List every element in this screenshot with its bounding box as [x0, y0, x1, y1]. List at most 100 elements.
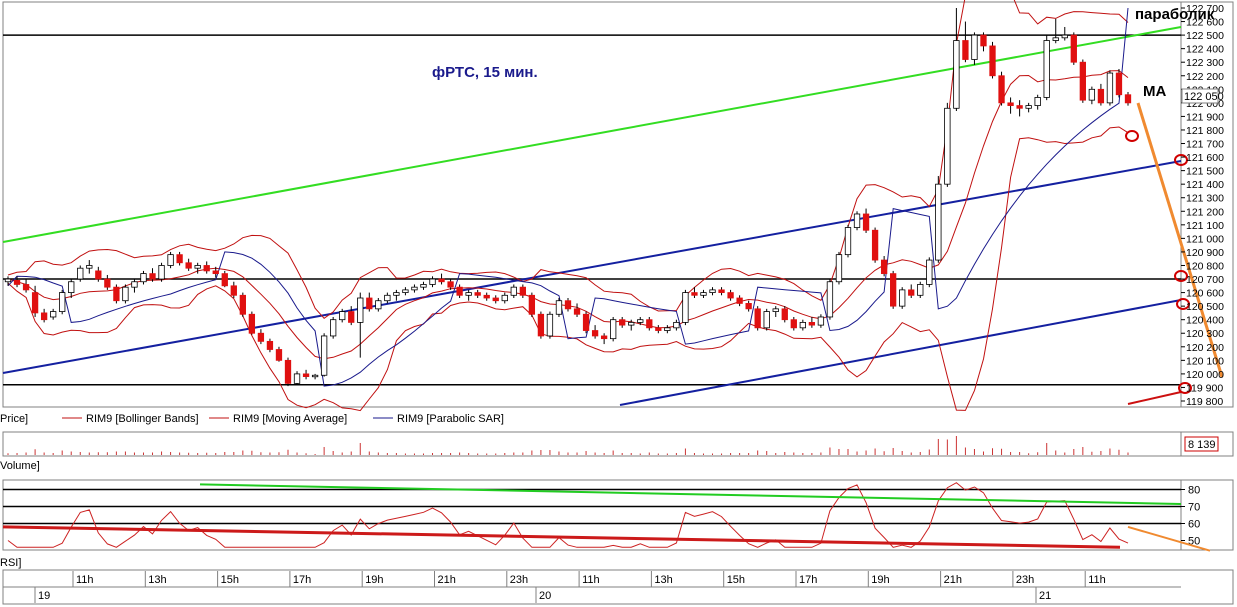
candle-body [655, 327, 662, 331]
circle-marker [1125, 130, 1139, 142]
candle-body [619, 319, 626, 326]
time-tick-label: 13h [654, 574, 672, 586]
candle-body [1079, 61, 1086, 101]
candle-body [917, 284, 924, 296]
price-tick-label: 121 400 [1186, 179, 1224, 191]
rsi-plot-area: 50607080 [2, 482, 1211, 552]
candle-body [68, 281, 75, 293]
volume-value-label: 8 139 [1188, 439, 1216, 451]
legend-ma: RIM9 [Moving Average] [233, 413, 347, 425]
candle-body [13, 279, 21, 285]
candle-body [989, 45, 996, 77]
annotation-ma: MA [1143, 83, 1166, 100]
candle-body [745, 303, 752, 310]
time-tick-label: 17h [293, 574, 311, 586]
candle-body [871, 229, 879, 261]
candle-body [366, 297, 373, 310]
parabolic-sar-line [7, 7, 1129, 387]
time-tick-label: 11h [1088, 574, 1106, 586]
candle-body [628, 321, 635, 326]
candle-body [998, 75, 1005, 104]
candle-body [519, 286, 526, 296]
candle-body [555, 300, 563, 315]
price-tick-label: 120 600 [1186, 288, 1224, 300]
red-lower-arrow [1127, 391, 1182, 405]
candle-body [221, 273, 228, 287]
candle-body [239, 294, 246, 315]
candle-body [40, 312, 48, 321]
trading-chart: 119 800119 900120 000120 100120 200120 3… [0, 0, 1234, 605]
candle-body [1097, 88, 1105, 104]
lower-channel-line [619, 299, 1182, 406]
candle-body [808, 321, 816, 326]
rsi-red-trend [2, 525, 1121, 549]
candle-body [890, 273, 897, 307]
legend-sar: RIM9 [Parabolic SAR] [397, 413, 504, 425]
candle-body [320, 335, 328, 376]
candle-body [727, 292, 734, 299]
candle-body [953, 40, 960, 109]
candle-body [420, 284, 427, 288]
price-axis: 119 800119 900120 000120 100120 200120 3… [1181, 3, 1224, 408]
date-tick-label: 19 [38, 590, 50, 602]
rsi-label: RSI] [0, 557, 21, 569]
candle-body [1070, 34, 1077, 63]
candle-body [853, 213, 861, 228]
volume-panel-frame [2, 431, 1234, 457]
price-tick-label: 121 500 [1186, 166, 1224, 178]
time-tick-label: 19h [365, 574, 383, 586]
candle-body [926, 259, 933, 285]
candle-body [275, 349, 283, 361]
candle-body [293, 373, 301, 384]
candle-body [709, 289, 716, 293]
candle-body [59, 292, 66, 312]
candle-body [194, 265, 201, 269]
candle-body [664, 327, 671, 331]
time-tick-label: 21h [944, 574, 962, 586]
candle-body [1007, 102, 1014, 106]
candle-body [357, 297, 364, 323]
volume-label: Volume] [0, 460, 40, 472]
candle-body [50, 311, 57, 318]
candle-body [754, 308, 761, 329]
price-plot-area [2, 0, 1224, 412]
price-tick-label: 121 300 [1186, 193, 1224, 205]
candle-body [1106, 72, 1114, 104]
candle-body [600, 335, 608, 340]
candle-body [230, 285, 237, 296]
candle-body [393, 292, 400, 296]
upper-channel-line [2, 160, 1182, 374]
candle-body [22, 284, 30, 291]
candle-body [691, 292, 698, 296]
candle-body [772, 308, 779, 312]
candle-body [95, 270, 102, 280]
candle-body [492, 297, 499, 302]
candle-body [962, 40, 969, 60]
candle-body [510, 286, 517, 296]
price-tick-label: 121 900 [1186, 111, 1224, 123]
candle-body [1115, 72, 1123, 96]
candle-body [1043, 40, 1050, 98]
price-tick-label: 120 400 [1186, 315, 1224, 327]
candle-body [31, 292, 39, 314]
price-tick-label: 120 000 [1186, 369, 1224, 381]
legend-bollinger: RIM9 [Bollinger Bands] [86, 413, 199, 425]
candle-body [384, 294, 391, 302]
date-tick-label: 21 [1039, 590, 1051, 602]
candle-body [4, 278, 12, 283]
candle-body [591, 330, 599, 337]
candle-body [1016, 105, 1023, 109]
candle-body [835, 254, 843, 283]
candle-body [375, 300, 382, 310]
candle-body [1052, 37, 1059, 41]
candle-body [140, 273, 147, 283]
candle-body [610, 319, 617, 340]
candle-body [637, 319, 644, 323]
candle-body [718, 289, 725, 293]
price-tick-label: 120 800 [1186, 260, 1224, 272]
price-tick-label: 119 900 [1186, 382, 1223, 394]
price-tick-label: 121 600 [1186, 152, 1224, 164]
candle-body [582, 313, 590, 331]
candle-body [465, 292, 472, 296]
price-tick-label: 121 100 [1186, 220, 1224, 232]
